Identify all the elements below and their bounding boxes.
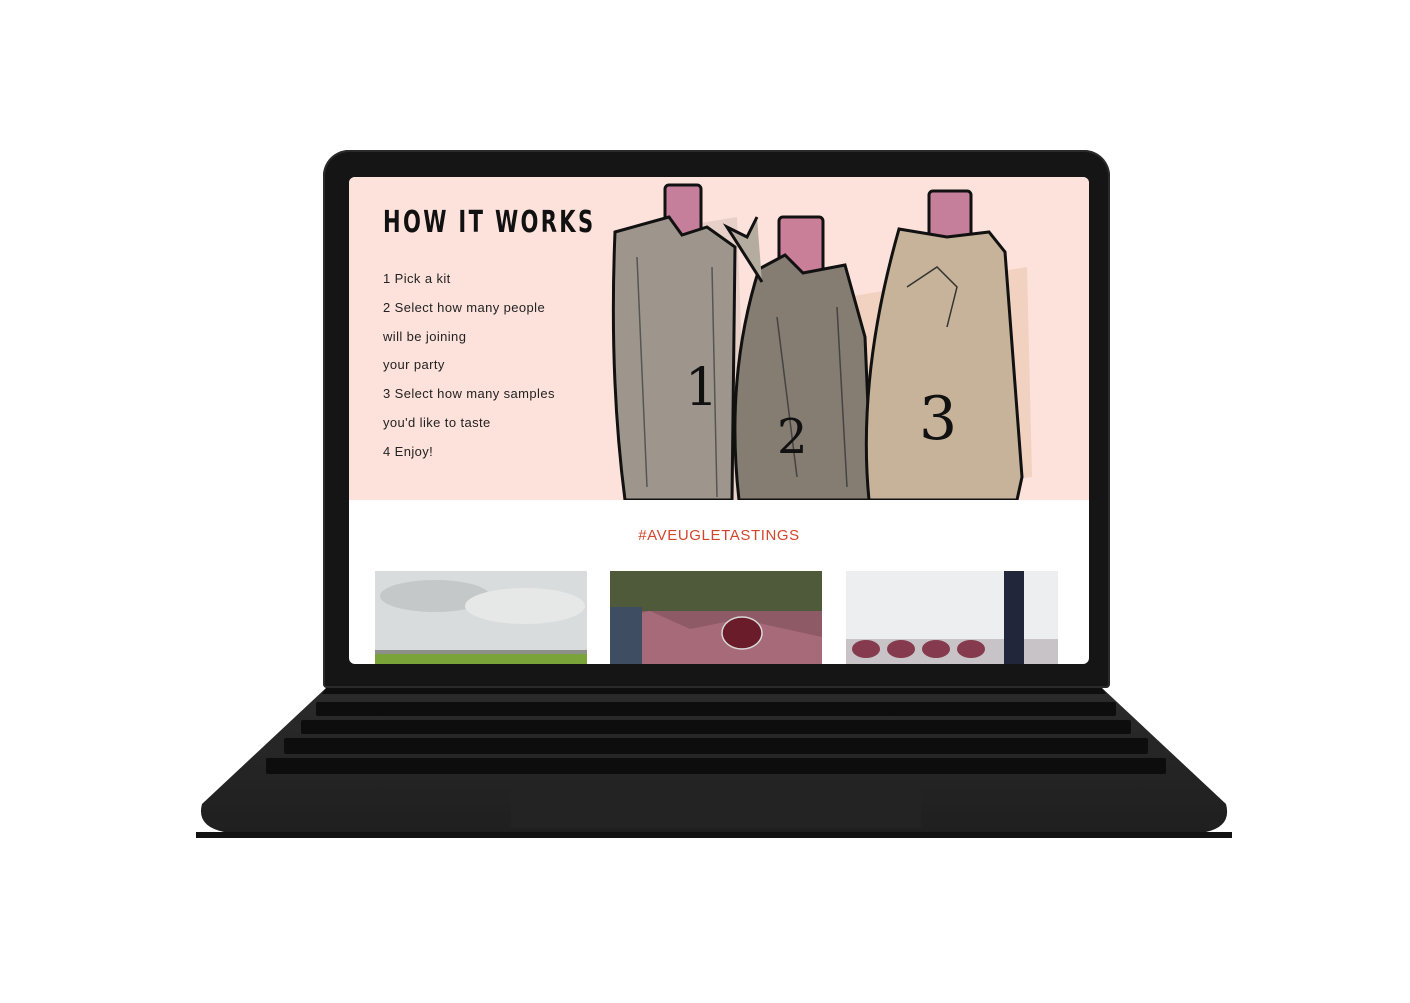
step-line: 4 Enjoy! <box>383 443 434 459</box>
bagged-bottles-illustration: 1 2 3 <box>611 183 1032 500</box>
step-line: will be joining <box>383 328 467 344</box>
step-line: 1 Pick a kit <box>383 271 451 286</box>
hashtag-heading[interactable]: #AVEUGLETASTINGS <box>349 527 1089 544</box>
bottle-2-icon: 2 <box>722 215 874 500</box>
how-it-works-section: HOW IT WORKS 1 Pick a kit 2 Select how m… <box>349 177 1089 500</box>
bottle-number-1: 1 <box>685 358 718 418</box>
step-line: 2 Select how many people <box>383 299 546 315</box>
bottle-1-icon: 1 <box>611 183 737 500</box>
laptop-screen: HOW IT WORKS 1 Pick a kit 2 Select how m… <box>349 177 1089 664</box>
how-it-works-title: HOW IT WORKS <box>383 205 596 240</box>
wine-glasses-bottle-photo[interactable] <box>846 571 1058 664</box>
wine-glasses-image <box>846 571 1058 664</box>
landscape-image <box>375 571 587 664</box>
step-line: you'd like to taste <box>383 414 491 430</box>
bottle-number-2: 2 <box>777 409 808 465</box>
steps-list: 1 Pick a kit 2 Select how many people wi… <box>383 265 555 467</box>
field-landscape-photo[interactable] <box>375 571 587 664</box>
step-line: 3 Select how many samples <box>383 386 555 402</box>
picnic-image <box>610 571 822 664</box>
picnic-wine-glass-photo[interactable] <box>610 571 822 664</box>
bottle-3-icon: 3 <box>864 189 1024 500</box>
bottle-number-3: 3 <box>919 384 957 454</box>
laptop-scene: HOW IT WORKS 1 Pick a kit 2 Select how m… <box>0 0 1410 1003</box>
laptop-keyboard-base <box>196 688 1232 838</box>
step-line: your party <box>383 357 445 373</box>
